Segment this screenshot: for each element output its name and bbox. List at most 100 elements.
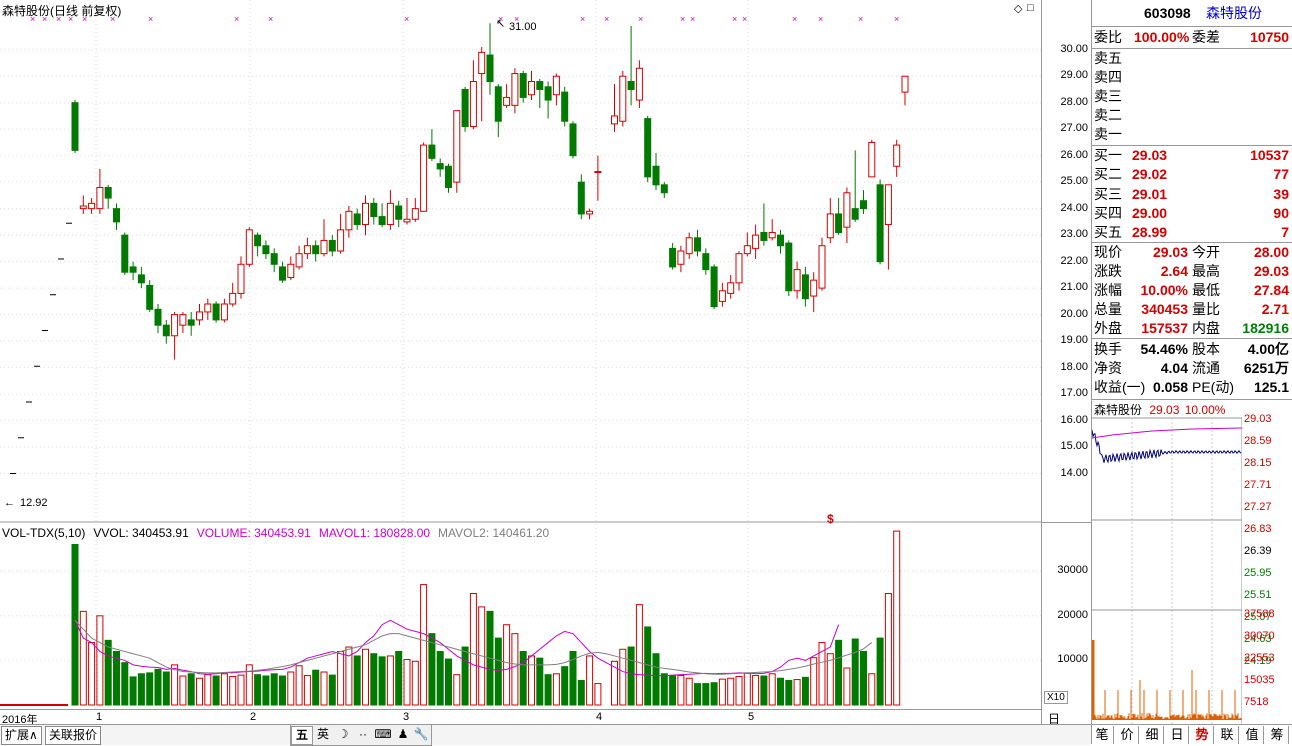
volume-indicator-header[interactable]: VOL-TDX(5,10) VVOL: 340453.91 VOLUME: 3404… [2, 526, 557, 540]
candle-body [446, 166, 452, 187]
candle-body [288, 264, 294, 277]
buy-level-row: 买二 29.02 77 [1094, 165, 1291, 184]
ime-english-icon[interactable]: 英 [313, 726, 333, 743]
panel-tab[interactable]: 筹 [1266, 726, 1289, 744]
candle-body [346, 211, 352, 230]
volume-bar [736, 676, 742, 705]
volume-bar [844, 668, 850, 705]
volume-bar [661, 674, 667, 705]
candle-body [197, 312, 203, 320]
x10-label[interactable]: X10 [1044, 691, 1068, 704]
candle-body [338, 230, 344, 251]
volume-bar [678, 676, 684, 705]
candle-body [304, 246, 310, 254]
intraday-mini-chart[interactable]: 森特股份 29.03 10.00% 29.03 28.59 28.15 27.71 27… [1092, 400, 1292, 724]
signal-marker: × [894, 14, 899, 24]
price-tick-label: 22.00 [1060, 255, 1088, 267]
candle-body [645, 119, 651, 177]
volume-bar [869, 674, 875, 705]
price-tick-label: 21.00 [1060, 281, 1088, 293]
candlestick-chart[interactable]: × × × × × × × × × × × × × × × × × × × × × × × [0, 0, 1041, 710]
candle-body [147, 285, 153, 309]
mini-price-label: 25.95 [1244, 567, 1272, 579]
mini-volume-label: 30070 [1244, 630, 1275, 642]
candle-body [321, 240, 327, 253]
candle-body [114, 209, 120, 222]
panel-tabs: 笔价细日势联值筹 [1091, 724, 1292, 745]
ime-settings-icon[interactable]: 🔧 [411, 726, 431, 743]
candle-body [736, 254, 742, 283]
fund-value: 0.058 [1153, 378, 1188, 397]
candle-body [612, 116, 618, 124]
candle-body [97, 187, 103, 208]
volume-bar [744, 673, 750, 705]
ime-punct-icon[interactable]: ·· [353, 726, 373, 743]
diamond-icon[interactable]: ◇ [1014, 2, 1022, 15]
volume-bar [138, 674, 144, 705]
mini-price-label: 28.15 [1244, 457, 1272, 469]
candle-body [371, 203, 377, 216]
panel-tab[interactable]: 势 [1191, 726, 1214, 744]
ime-wubi-icon[interactable]: 五 [291, 726, 313, 745]
sell-level-row: 卖四 [1094, 68, 1291, 87]
volume-bar [520, 651, 526, 705]
panel-tab[interactable]: 笔 [1091, 726, 1114, 744]
panel-tab[interactable]: 细 [1141, 726, 1164, 744]
volume-bar [802, 677, 808, 705]
signal-marker: × [404, 14, 409, 24]
stat-label: 涨幅 [1094, 281, 1122, 300]
candle-body [827, 214, 833, 238]
volume-bar [670, 676, 676, 705]
volume-bar [778, 678, 784, 705]
candle-body [670, 248, 676, 267]
maximize-icon[interactable]: □ [1027, 2, 1034, 14]
candle-body [230, 293, 236, 304]
stat-value: 27.84 [1254, 281, 1289, 300]
mini-volume-label: 22553 [1244, 652, 1275, 664]
candle-body [462, 89, 468, 126]
ime-user-icon[interactable]: ♟ [393, 726, 413, 743]
panel-tab[interactable]: 日 [1166, 726, 1189, 744]
volume-bar [114, 651, 120, 705]
candle-body [778, 235, 784, 246]
ime-moon-icon[interactable]: ☽ [333, 726, 353, 743]
candle-body [80, 206, 86, 209]
panel-tab[interactable]: 联 [1216, 726, 1239, 744]
ime-keyboard-icon[interactable]: ⌨ [373, 726, 393, 743]
candle-body [238, 264, 244, 293]
expand-button[interactable]: 扩展∧ [1, 726, 42, 745]
signal-marker: × [792, 14, 797, 24]
candle-body [89, 203, 95, 208]
date-tick-label: 4 [596, 711, 602, 723]
buy-price: 29.03 [1132, 146, 1167, 165]
stock-code: 603098 [1144, 4, 1191, 23]
price-tick-label: 18.00 [1060, 361, 1088, 373]
candle-body [885, 185, 891, 225]
buy-price: 29.02 [1132, 165, 1167, 184]
panel-tab[interactable]: 价 [1116, 726, 1139, 744]
kline-chart-area[interactable]: × × × × × × × × × × × × × × × × × × × × × × × 森特股份(日线 前复权) ◇ □… [0, 0, 1041, 724]
related-quote-button[interactable]: 关联报价 [45, 726, 101, 745]
volume-bar [122, 663, 128, 705]
stat-label: 外盘 [1094, 319, 1122, 338]
volume-bar [695, 684, 701, 705]
quote-stat-row: 外盘 157537 内盘 182916 [1094, 319, 1291, 338]
fund-label: 净资 [1094, 359, 1122, 378]
candle-body [421, 145, 427, 211]
panel-tab[interactable]: 值 [1241, 726, 1264, 744]
candle-body [412, 209, 418, 220]
buy-volume: 10537 [1250, 146, 1289, 165]
stat-value: 182916 [1242, 319, 1289, 338]
volume-bar [686, 678, 692, 705]
ime-toolbar: 五 英 ☽ ·· ⌨ ♟ 🔧 [290, 724, 432, 746]
volume-bar [105, 640, 111, 705]
candle-body [744, 246, 750, 254]
volume-bar [894, 531, 900, 705]
volume-bar [454, 675, 460, 705]
candle-body [695, 238, 701, 251]
candle-body [802, 275, 808, 299]
candle-body [163, 325, 169, 336]
fund-label: 股本 [1192, 340, 1220, 359]
volume-bar [595, 684, 601, 705]
candle-body [836, 214, 842, 233]
